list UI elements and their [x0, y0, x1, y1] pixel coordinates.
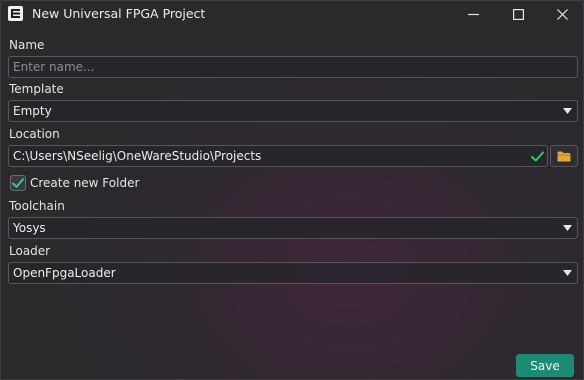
- minimize-button[interactable]: [453, 1, 493, 28]
- maximize-button[interactable]: [498, 1, 538, 28]
- close-button[interactable]: [542, 1, 582, 28]
- save-button[interactable]: Save: [516, 354, 574, 377]
- location-path: C:\Users\NSeelig\OneWareStudio\Projects: [13, 149, 262, 163]
- location-field[interactable]: C:\Users\NSeelig\OneWareStudio\Projects: [8, 145, 548, 167]
- template-select[interactable]: Empty: [8, 100, 578, 122]
- create-folder-checkbox[interactable]: [10, 175, 26, 191]
- toolchain-select[interactable]: Yosys: [8, 217, 578, 239]
- location-label: Location: [9, 127, 60, 141]
- create-folder-label: Create new Folder: [30, 176, 140, 190]
- template-label: Template: [9, 82, 64, 96]
- name-field[interactable]: [8, 56, 578, 78]
- chevron-down-icon: [563, 225, 572, 231]
- loader-selected-value: OpenFpgaLoader: [13, 266, 116, 280]
- checkmark-icon: [12, 178, 24, 188]
- loader-select[interactable]: OpenFpgaLoader: [8, 262, 578, 284]
- chevron-down-icon: [563, 270, 572, 276]
- toolchain-label: Toolchain: [9, 199, 65, 213]
- app-logo-icon: [8, 6, 23, 21]
- template-selected-value: Empty: [13, 104, 52, 118]
- name-label: Name: [9, 38, 45, 52]
- toolchain-selected-value: Yosys: [13, 221, 46, 235]
- valid-check-icon: [531, 151, 544, 162]
- minimize-icon: [467, 13, 479, 16]
- window-title: New Universal FPGA Project: [32, 6, 206, 21]
- close-icon: [556, 9, 568, 20]
- chevron-down-icon: [563, 108, 572, 114]
- title-bar: New Universal FPGA Project: [1, 1, 583, 28]
- name-input[interactable]: [9, 57, 577, 77]
- maximize-icon: [512, 9, 524, 20]
- loader-label: Loader: [9, 244, 51, 258]
- new-project-dialog: New Universal FPGA Project Name Template…: [0, 0, 584, 380]
- browse-folder-button[interactable]: [550, 145, 578, 167]
- folder-icon: [557, 151, 571, 161]
